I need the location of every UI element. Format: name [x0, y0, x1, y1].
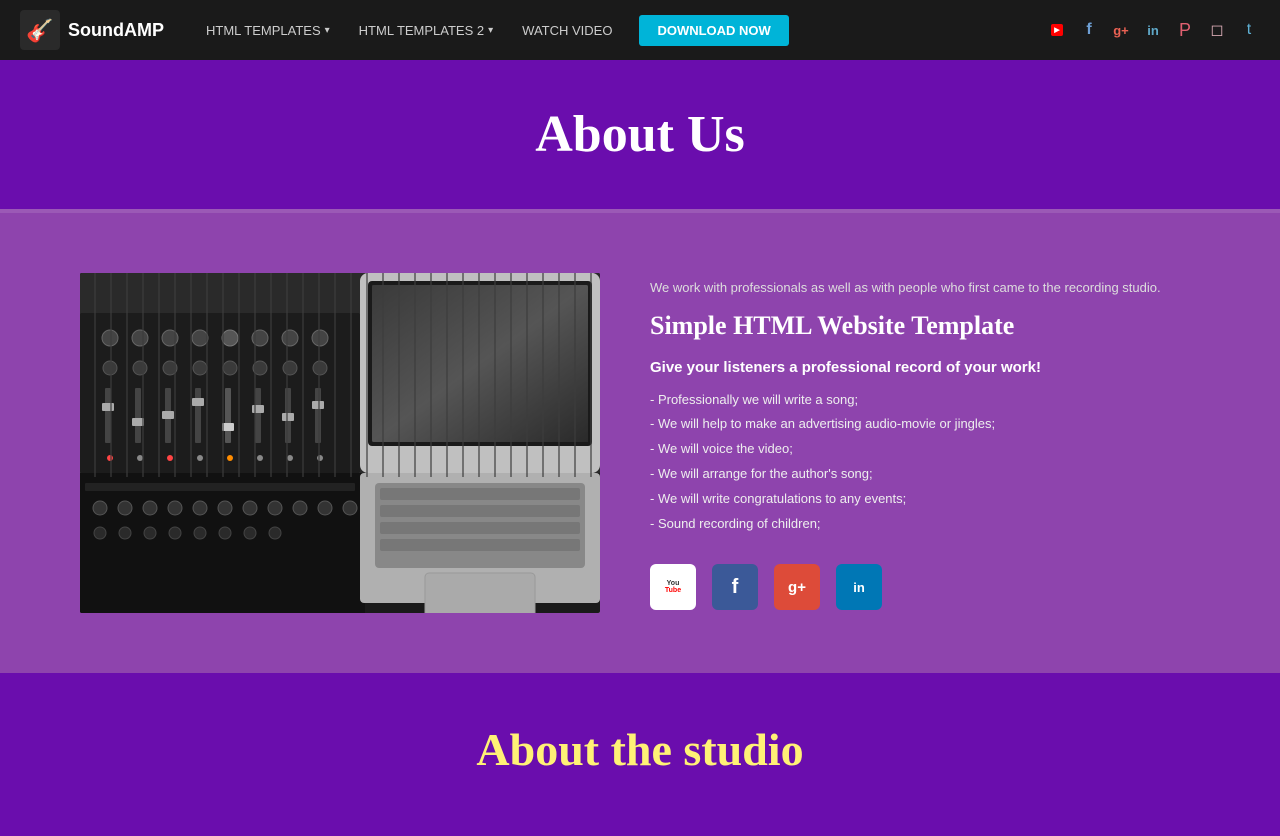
- nav-pinterest-icon[interactable]: P: [1174, 19, 1196, 41]
- googleplus-label: g+: [788, 579, 806, 596]
- studio-svg: [80, 273, 600, 613]
- nav-watch-video[interactable]: WATCH VIDEO: [510, 15, 624, 46]
- bottom-title: About the studio: [20, 723, 1260, 776]
- linkedin-social-button[interactable]: in: [836, 564, 882, 610]
- nav-links: HTML TEMPLATES ▾ HTML TEMPLATES 2 ▾ WATC…: [194, 15, 1031, 46]
- download-now-button[interactable]: DOWNLOAD NOW: [639, 15, 788, 46]
- brand-name: SoundAMP: [68, 20, 164, 41]
- content-section: We work with professionals as well as wi…: [0, 213, 1280, 673]
- list-item: - We will arrange for the author's song;: [650, 464, 1200, 485]
- content-subtitle: We work with professionals as well as wi…: [650, 278, 1200, 298]
- dropdown-caret-1: ▾: [325, 25, 330, 36]
- bottom-section: About the studio: [0, 673, 1280, 836]
- googleplus-social-button[interactable]: g+: [774, 564, 820, 610]
- nav-facebook-icon[interactable]: f: [1078, 19, 1100, 41]
- content-heading: Simple HTML Website Template: [650, 310, 1200, 341]
- content-right: We work with professionals as well as wi…: [650, 273, 1200, 610]
- guitar-icon: 🎸: [20, 10, 60, 50]
- nav-twitter-icon[interactable]: t: [1238, 19, 1260, 41]
- dropdown-caret-2: ▾: [488, 25, 493, 36]
- nav-googleplus-icon[interactable]: g+: [1110, 19, 1132, 41]
- navbar: 🎸 SoundAMP HTML TEMPLATES ▾ HTML TEMPLAT…: [0, 0, 1280, 60]
- facebook-label: f: [732, 576, 739, 599]
- nav-html-templates-2[interactable]: HTML TEMPLATES 2 ▾: [347, 15, 506, 46]
- brand-logo[interactable]: 🎸 SoundAMP: [20, 10, 164, 50]
- nav-social-icons: ▶ f g+ in P ◻ t: [1046, 19, 1260, 41]
- list-item: - We will voice the video;: [650, 439, 1200, 460]
- page-title: About Us: [20, 105, 1260, 164]
- list-item: - Sound recording of children;: [650, 514, 1200, 535]
- svg-text:🎸: 🎸: [26, 18, 53, 44]
- youtube-social-button[interactable]: You Tube: [650, 564, 696, 610]
- nav-linkedin-icon[interactable]: in: [1142, 19, 1164, 41]
- linkedin-label: in: [853, 580, 865, 595]
- nav-html-templates[interactable]: HTML TEMPLATES ▾: [194, 15, 342, 46]
- nav-instagram-icon[interactable]: ◻: [1206, 19, 1228, 41]
- content-list: - Professionally we will write a song; -…: [650, 390, 1200, 535]
- list-item: - We will write congratulations to any e…: [650, 489, 1200, 510]
- nav-youtube-icon[interactable]: ▶: [1046, 19, 1068, 41]
- list-item: - Professionally we will write a song;: [650, 390, 1200, 411]
- hero-banner: About Us: [0, 60, 1280, 209]
- facebook-social-button[interactable]: f: [712, 564, 758, 610]
- list-item: - We will help to make an advertising au…: [650, 414, 1200, 435]
- studio-image: [80, 273, 600, 613]
- social-icons-row: You Tube f g+ in: [650, 564, 1200, 610]
- youtube-label: You Tube: [665, 580, 681, 594]
- content-subheading: Give your listeners a professional recor…: [650, 359, 1200, 376]
